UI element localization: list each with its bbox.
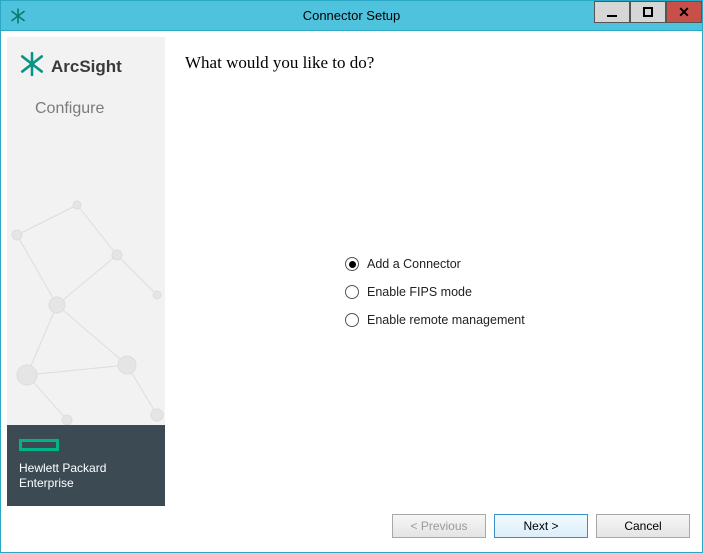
minimize-button[interactable] xyxy=(594,1,630,23)
brand-name: ArcSight xyxy=(51,57,122,77)
network-decoration-icon xyxy=(7,175,165,425)
sidebar-footer: Hewlett Packard Enterprise xyxy=(7,425,165,506)
previous-button: < Previous xyxy=(392,514,486,538)
cancel-button[interactable]: Cancel xyxy=(596,514,690,538)
sidebar: ArcSight Configure xyxy=(7,37,165,506)
wizard-window: Connector Setup ✕ ArcSight xyxy=(0,0,703,553)
wizard-question: What would you like to do? xyxy=(185,53,676,73)
arcsight-logo-icon xyxy=(19,51,45,82)
hpe-logo-icon xyxy=(19,439,59,451)
option-add-connector[interactable]: Add a Connector xyxy=(345,257,525,271)
app-icon xyxy=(7,5,29,27)
title-bar: Connector Setup ✕ xyxy=(1,1,702,31)
radio-icon xyxy=(345,313,359,327)
next-button[interactable]: Next > xyxy=(494,514,588,538)
close-button[interactable]: ✕ xyxy=(666,1,702,23)
window-controls: ✕ xyxy=(594,1,702,30)
client-area: ArcSight Configure xyxy=(1,31,702,552)
hpe-label-line2: Enterprise xyxy=(19,476,155,490)
maximize-icon xyxy=(643,7,653,17)
main-panel: What would you like to do? Add a Connect… xyxy=(165,37,696,506)
option-enable-fips[interactable]: Enable FIPS mode xyxy=(345,285,525,299)
brand: ArcSight xyxy=(7,37,165,88)
radio-icon xyxy=(345,257,359,271)
option-group: Add a Connector Enable FIPS mode Enable … xyxy=(345,257,525,341)
button-row: < Previous Next > Cancel xyxy=(7,506,696,546)
close-icon: ✕ xyxy=(678,5,690,19)
option-label: Add a Connector xyxy=(367,257,461,271)
sidebar-top: ArcSight Configure xyxy=(7,37,165,425)
sidebar-subtitle: Configure xyxy=(7,88,165,118)
option-label: Enable FIPS mode xyxy=(367,285,472,299)
minimize-icon xyxy=(607,15,617,17)
option-label: Enable remote management xyxy=(367,313,525,327)
hpe-label-line1: Hewlett Packard xyxy=(19,461,155,475)
body-row: ArcSight Configure xyxy=(7,37,696,506)
option-enable-remote-management[interactable]: Enable remote management xyxy=(345,313,525,327)
maximize-button[interactable] xyxy=(630,1,666,23)
radio-icon xyxy=(345,285,359,299)
